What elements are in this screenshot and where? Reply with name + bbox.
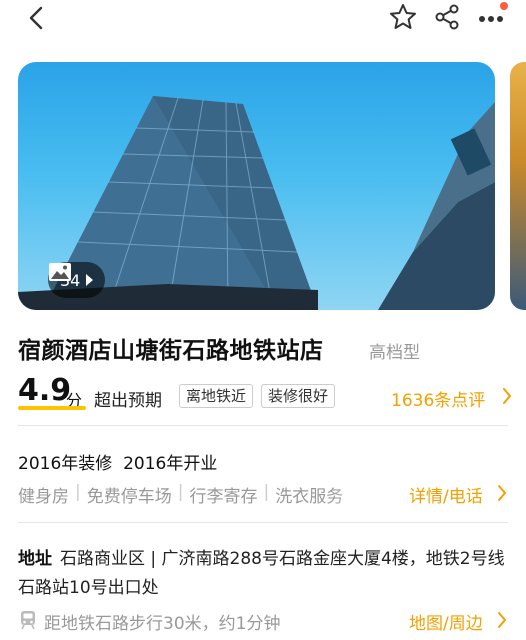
- chevron-right-icon[interactable]: [502, 387, 512, 405]
- hotel-name: 宿颜酒店山塘街石路地铁站店: [18, 338, 324, 364]
- divider: [18, 425, 508, 426]
- photo-gallery[interactable]: 34: [0, 62, 526, 312]
- address-text: 石路商业区 | 广济南路288号石路金座大厦4楼，地铁2号线石路站10号出口处: [18, 549, 505, 598]
- image-icon: [49, 263, 71, 281]
- score-underline: [18, 406, 86, 410]
- more-icon[interactable]: [476, 2, 508, 28]
- photo-count-badge[interactable]: 34: [48, 262, 106, 298]
- top-bar: [0, 0, 526, 36]
- rating-tag: 装修很好: [261, 384, 336, 408]
- star-icon[interactable]: [388, 2, 418, 32]
- fade-overlay: [330, 478, 405, 506]
- divider: [18, 522, 508, 523]
- rating-label: 超出预期: [94, 391, 162, 411]
- rating-tag: 离地铁近: [179, 384, 254, 408]
- play-icon: [86, 274, 94, 286]
- separator: |: [75, 482, 81, 502]
- map-nearby-link[interactable]: 地图/周边: [409, 609, 483, 634]
- opened-year: 2016年开业: [123, 454, 218, 474]
- rating-row[interactable]: 4.9 分 超出预期 离地铁近 装修很好 1636条点评: [18, 373, 518, 413]
- address-block: 地址 石路商业区 | 广济南路288号石路金座大厦4楼，地铁2号线石路站10号出口…: [18, 545, 508, 603]
- notification-badge: [500, 2, 508, 10]
- address-label: 地址: [18, 549, 52, 569]
- facility-item: 行李寄存: [189, 487, 258, 507]
- separator: |: [177, 482, 184, 502]
- metro-icon: [21, 611, 35, 630]
- back-icon[interactable]: [26, 6, 48, 30]
- year-info: 2016年装修 2016年开业: [18, 449, 217, 474]
- renovated-year: 2016年装修: [18, 454, 113, 474]
- details-phone-link[interactable]: 详情/电话: [409, 482, 483, 507]
- facility-item: 免费停车场: [86, 487, 172, 507]
- hotel-photo[interactable]: 34: [18, 62, 495, 310]
- reviews-link[interactable]: 1636条点评: [391, 386, 485, 411]
- facility-item: 健身房: [18, 487, 69, 507]
- facility-list: 健身房 | 免费停车场 | 行李寄存 | 洗衣服务: [18, 482, 343, 507]
- share-icon[interactable]: [433, 3, 461, 31]
- chevron-right-icon[interactable]: [497, 611, 507, 629]
- rating-score: 4.9: [18, 373, 72, 408]
- chevron-right-icon[interactable]: [497, 484, 507, 502]
- hotel-grade: 高档型: [369, 343, 420, 363]
- metro-distance: 距地铁石路步行30米，约1分钟: [44, 614, 281, 634]
- separator: |: [263, 482, 270, 502]
- next-photo-preview[interactable]: [510, 62, 526, 310]
